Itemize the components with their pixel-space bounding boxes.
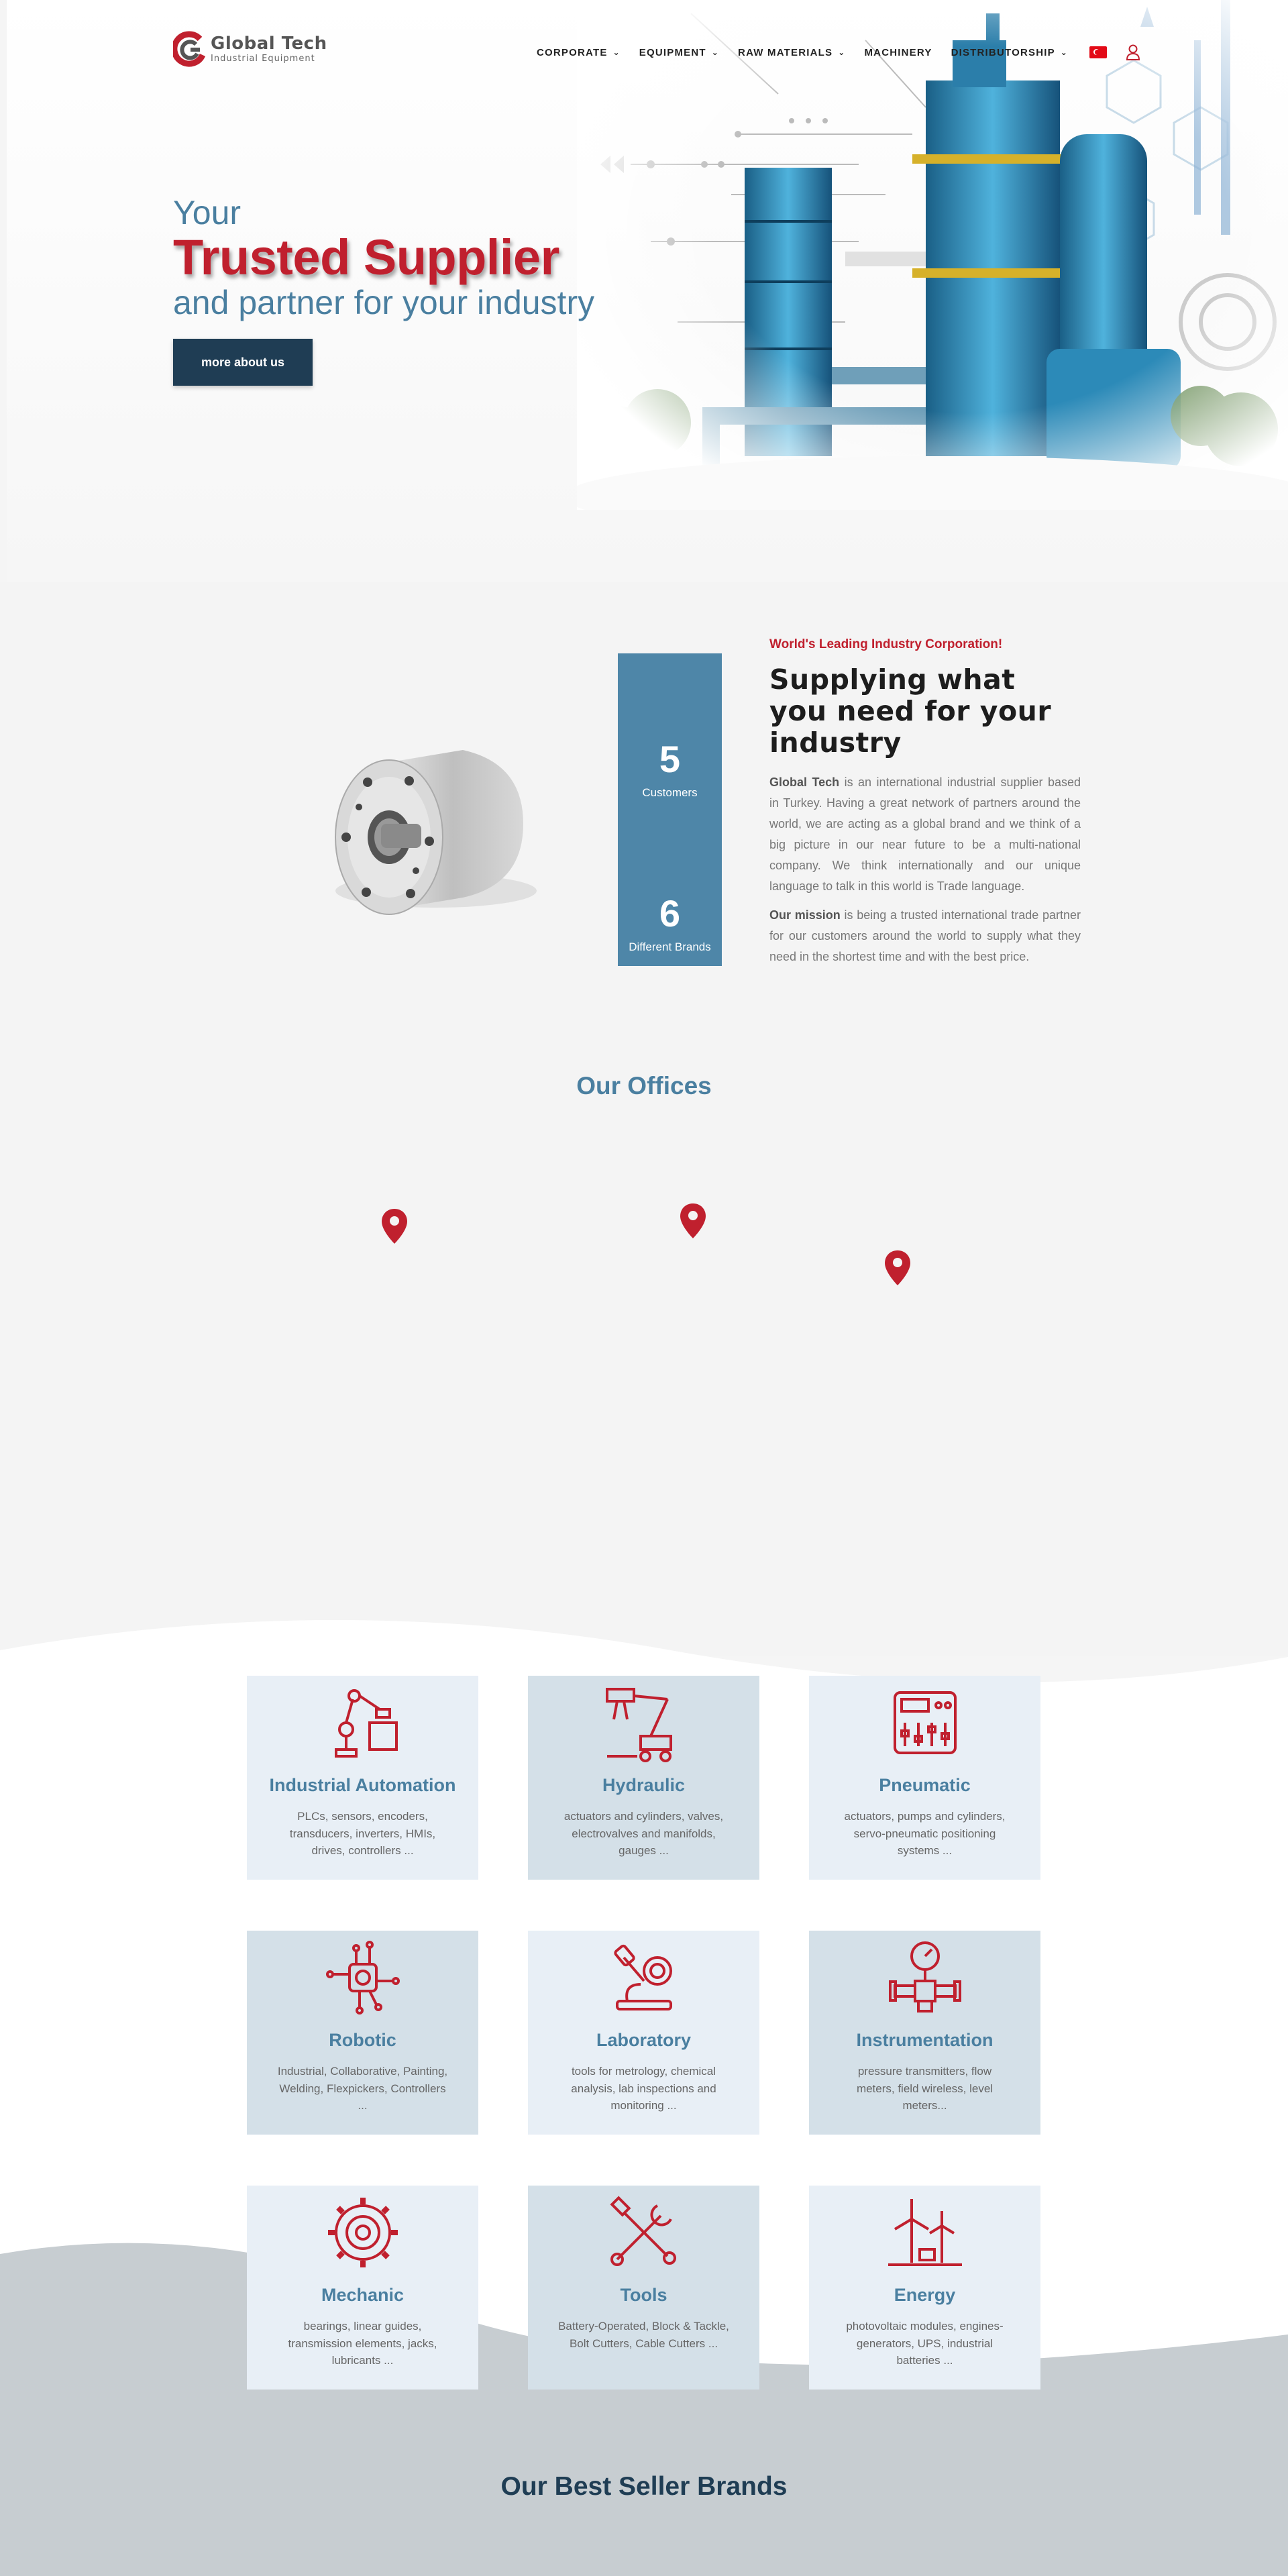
about-eyebrow: World's Leading Industry Corporation!	[769, 637, 1003, 651]
more-about-us-button[interactable]: more about us	[173, 339, 313, 386]
user-icon[interactable]	[1126, 44, 1140, 60]
stat-customers: 5 Customers	[618, 741, 722, 800]
about-mission-label: Our mission	[769, 908, 841, 922]
category-card-instrumentation[interactable]: Instrumentation pressure transmitters, f…	[809, 1931, 1040, 2135]
about-paragraph-mission: Our mission is being a trusted internati…	[769, 905, 1081, 967]
brand-name: Global Tech	[211, 34, 327, 54]
category-title: Instrumentation	[856, 2030, 994, 2050]
offices-title: Our Offices	[576, 1072, 712, 1099]
category-description: pressure transmitters, flow meters, fiel…	[856, 2065, 994, 2112]
stat-brands: 6 Different Brands	[618, 895, 722, 954]
about-section: 5 Customers 6 Different Brands World's L…	[0, 582, 1288, 998]
global-tech-logo-icon	[173, 31, 206, 67]
category-description: tools for metrology, chemical analysis, …	[571, 2065, 716, 2112]
control-panel-icon	[893, 1691, 957, 1754]
category-description: Battery-Operated, Block & Tackle, Bolt C…	[558, 2320, 729, 2350]
nav-corporate-label: CORPORATE	[537, 46, 608, 58]
about-company-text: is an international industrial supplier …	[769, 775, 1081, 894]
category-title: Mechanic	[321, 2285, 405, 2305]
hero-line-your: Your	[173, 194, 241, 231]
hero-line-trusted-supplier: Trusted Supplier	[173, 229, 559, 285]
about-text: World's Leading Industry Corporation! Su…	[769, 637, 1081, 967]
office-map-pin-icon[interactable]	[883, 1249, 912, 1287]
category-description: actuators, pumps and cylinders, servo-pn…	[844, 1810, 1006, 1857]
category-card-pneumatic[interactable]: Pneumatic actuators, pumps and cylinders…	[809, 1676, 1040, 1880]
microscope-icon	[613, 1944, 672, 2010]
circuit-brain-icon	[325, 1941, 400, 2015]
category-card-mechanic[interactable]: Mechanic bearings, linear guides, transm…	[247, 2186, 478, 2390]
wind-solar-icon	[888, 2199, 962, 2266]
category-card-hydraulic[interactable]: Hydraulic actuators and cylinders, valve…	[528, 1676, 759, 1880]
office-map-pin-icon[interactable]	[679, 1202, 707, 1240]
stats-panel: 5 Customers 6 Different Brands	[618, 653, 722, 966]
chevron-down-icon: ⌄	[1060, 48, 1069, 57]
wrench-screwdriver-icon	[609, 2196, 676, 2266]
category-title: Industrial Automation	[269, 1775, 456, 1795]
category-card-industrial-automation[interactable]: Industrial Automation PLCs, sensors, enc…	[247, 1676, 478, 1880]
turkey-flag-icon[interactable]	[1089, 46, 1108, 58]
category-card-robotic[interactable]: Robotic Industrial, Collaborative, Paint…	[247, 1931, 478, 2135]
category-card-energy[interactable]: Energy photovoltaic modules, engines-gen…	[809, 2186, 1040, 2390]
about-paragraph-company: Global Tech is an international industri…	[769, 772, 1081, 897]
gear-icon	[327, 2198, 398, 2267]
robot-arm-icon	[334, 1689, 398, 1758]
chevron-down-icon: ⌄	[711, 48, 720, 57]
main-nav: CORPORATE ⌄ EQUIPMENT ⌄ RAW MATERIALS ⌄ …	[537, 44, 1140, 60]
nav-equipment-label: EQUIPMENT	[639, 46, 706, 58]
excavator-arm-icon	[605, 1688, 672, 1762]
category-description: actuators and cylinders, valves, electro…	[564, 1810, 724, 1857]
chevron-down-icon: ⌄	[838, 48, 846, 57]
pressure-gauge-icon	[888, 1941, 961, 2012]
nav-distributorship[interactable]: DISTRIBUTORSHIP ⌄	[951, 47, 1069, 58]
hero-line-partner: and partner for your industry	[173, 283, 595, 321]
nav-equipment[interactable]: EQUIPMENT ⌄	[639, 47, 719, 58]
category-description: photovoltaic modules, engines-generators…	[846, 2320, 1004, 2367]
office-map-pin-icon[interactable]	[380, 1208, 409, 1245]
category-description: PLCs, sensors, encoders, transducers, in…	[289, 1810, 436, 1857]
chevron-down-icon: ⌄	[612, 48, 621, 57]
category-description: Industrial, Collaborative, Painting, Wel…	[277, 2065, 448, 2112]
category-title: Pneumatic	[879, 1775, 971, 1795]
stat-customers-value: 5	[659, 738, 681, 780]
nav-distributorship-label: DISTRIBUTORSHIP	[951, 46, 1055, 58]
nav-corporate[interactable]: CORPORATE ⌄	[537, 47, 621, 58]
nav-machinery-label: MACHINERY	[864, 46, 932, 58]
offices-section: Our Offices	[0, 998, 1288, 1656]
rotary-encoder-image	[335, 750, 537, 915]
brands-title: Our Best Seller Brands	[500, 2472, 788, 2501]
nav-raw-materials-label: RAW MATERIALS	[738, 46, 833, 58]
category-title: Robotic	[329, 2030, 396, 2050]
about-title: Supplying what you need for your industr…	[769, 663, 1052, 759]
about-company-name: Global Tech	[769, 775, 840, 790]
category-title: Laboratory	[596, 2030, 692, 2050]
brand-tagline: Industrial Equipment	[211, 54, 315, 64]
category-card-tools[interactable]: Tools Battery-Operated, Block & Tackle, …	[528, 2186, 759, 2390]
stat-brands-label: Different Brands	[629, 941, 711, 953]
category-title: Tools	[620, 2285, 667, 2305]
logo[interactable]: Global Tech Industrial Equipment	[173, 31, 327, 67]
categories-section: Industrial Automation PLCs, sensors, enc…	[0, 1610, 1288, 2576]
category-card-laboratory[interactable]: Laboratory tools for metrology, chemical…	[528, 1931, 759, 2135]
hero-headline: Your Trusted Supplier and partner for yo…	[173, 195, 594, 322]
category-title: Hydraulic	[602, 1775, 686, 1795]
site-header: Global Tech Industrial Equipment CORPORA…	[0, 0, 1288, 101]
stat-customers-label: Customers	[642, 786, 698, 799]
stat-brands-value: 6	[659, 892, 681, 934]
nav-machinery[interactable]: MACHINERY	[864, 47, 932, 58]
category-title: Energy	[894, 2285, 956, 2305]
category-description: bearings, linear guides, transmission el…	[288, 2320, 437, 2367]
nav-raw-materials[interactable]: RAW MATERIALS ⌄	[738, 47, 845, 58]
